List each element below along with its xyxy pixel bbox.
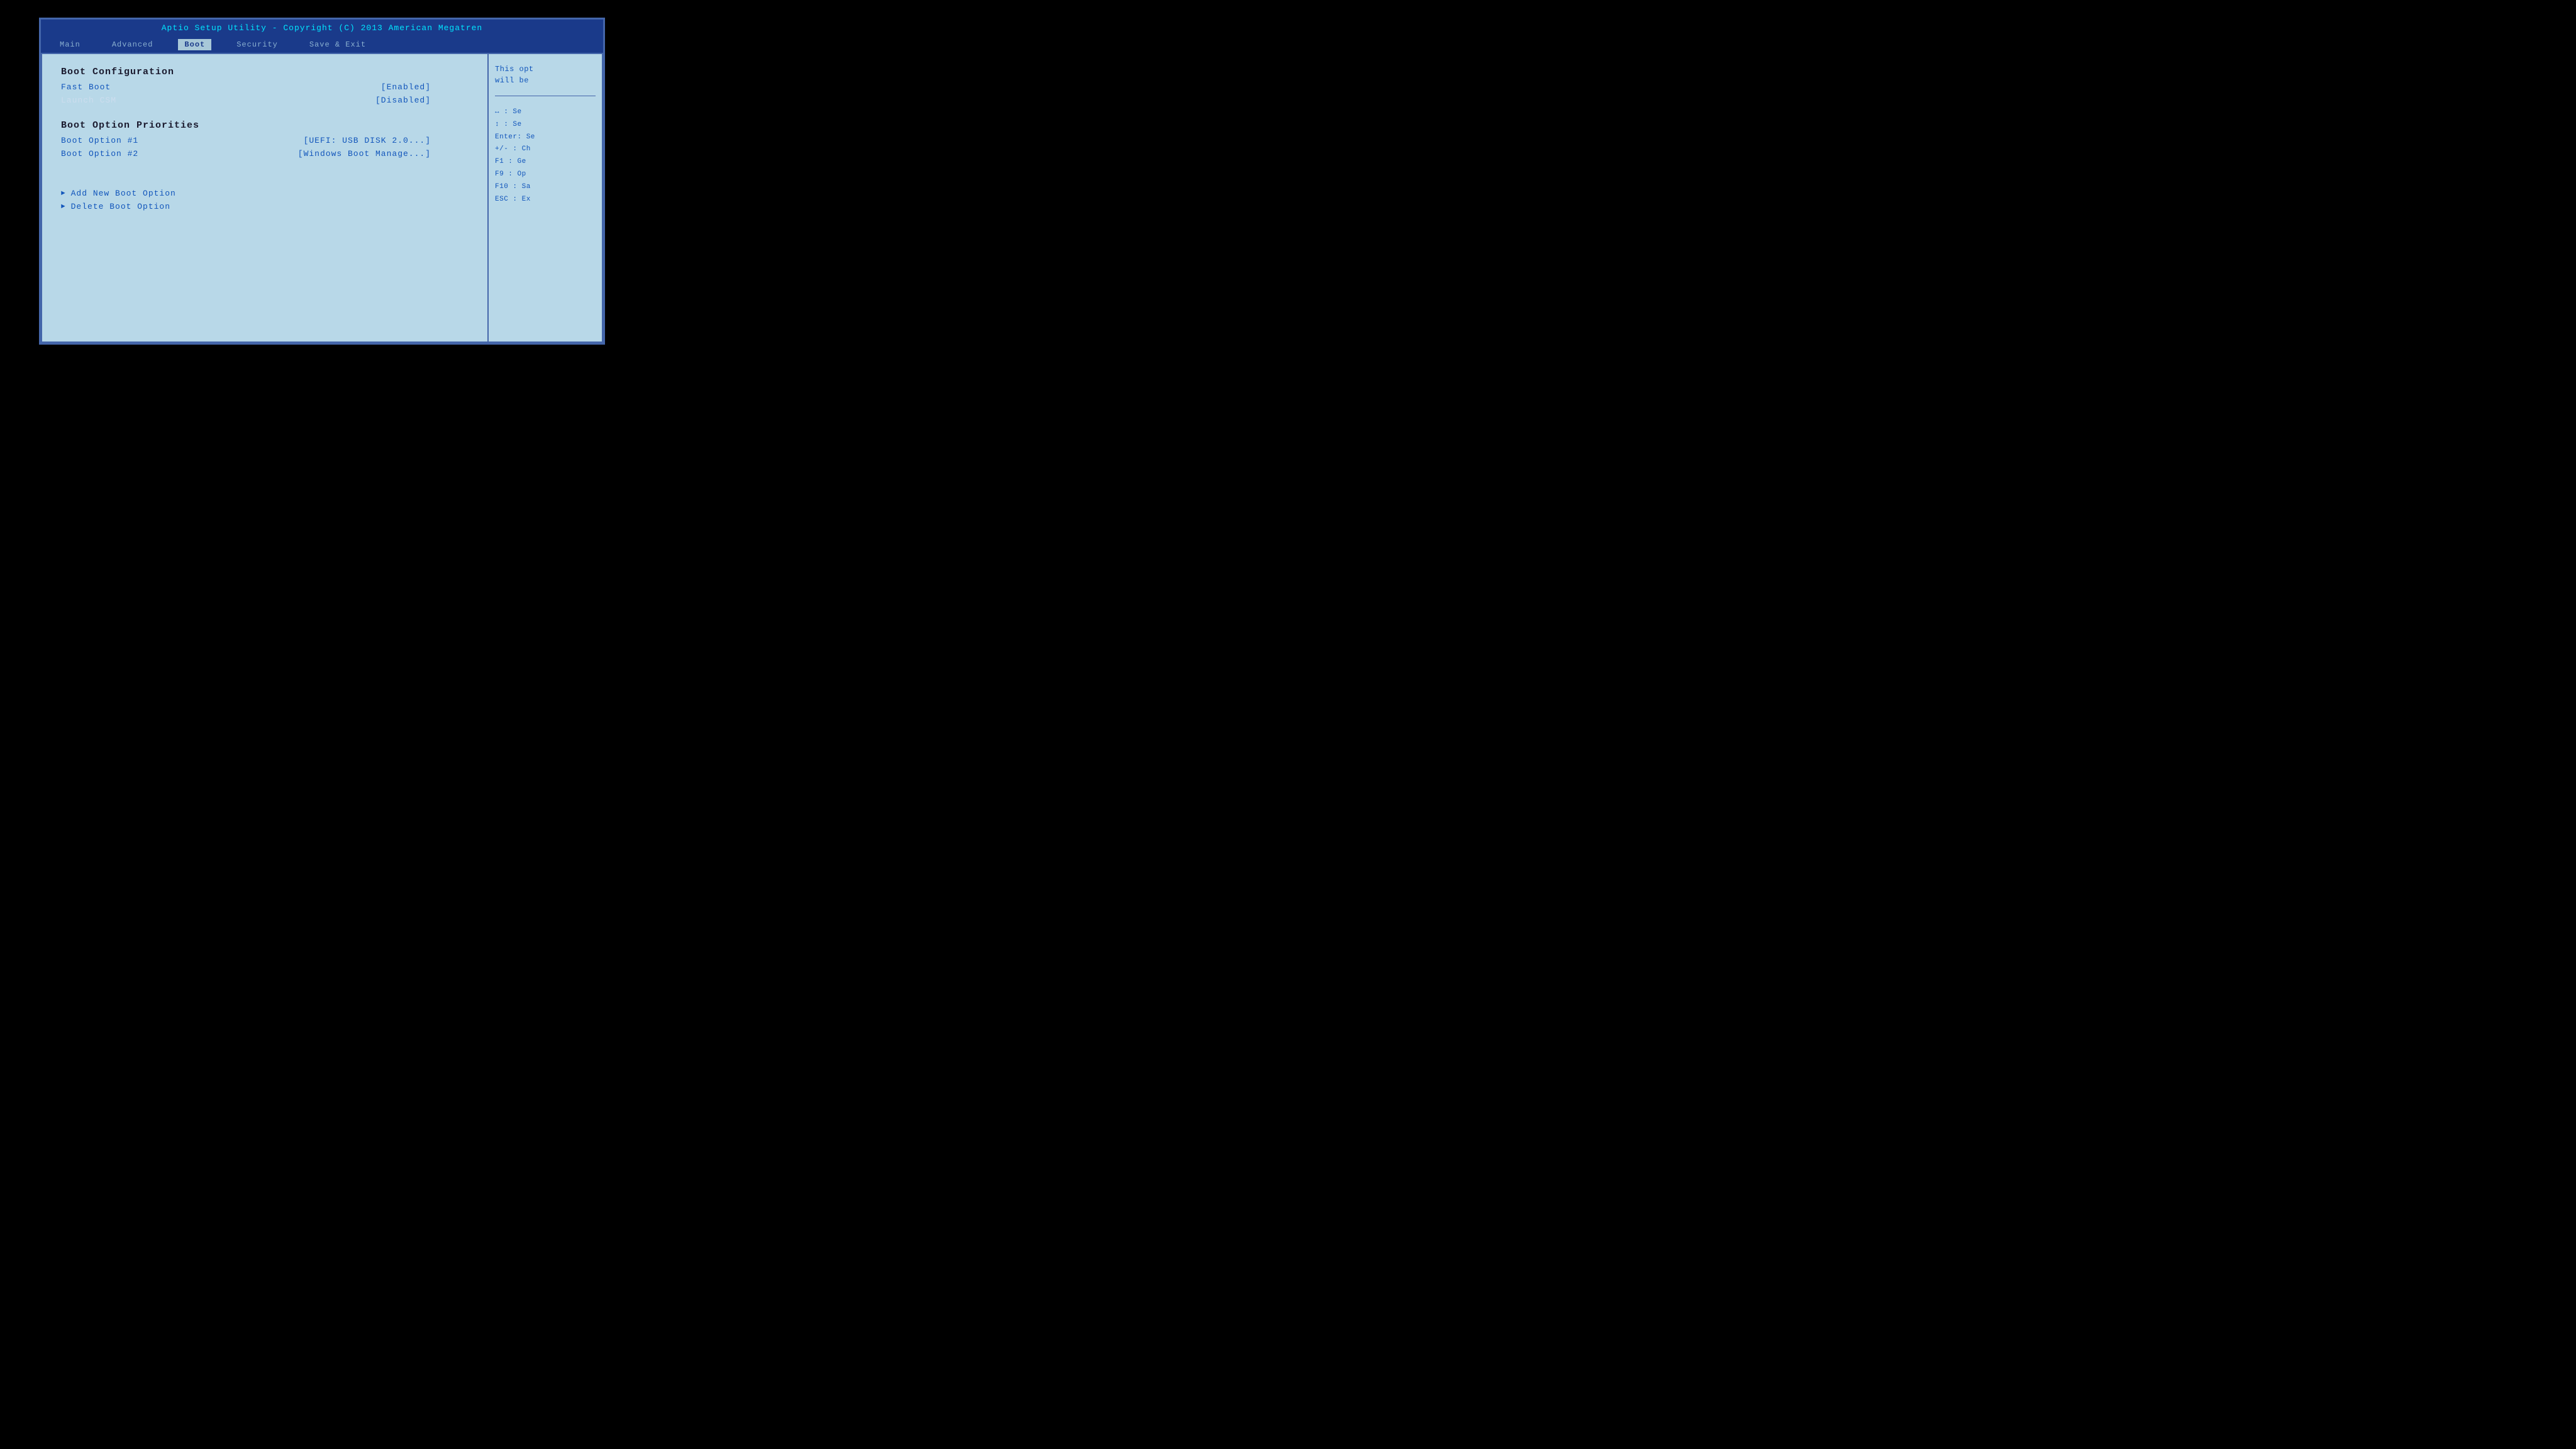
fast-boot-value: [Enabled] — [381, 82, 431, 92]
launch-csm-row[interactable]: Launch CSM [Disabled] — [61, 96, 469, 105]
launch-csm-value: [Disabled] — [375, 96, 431, 105]
boot-option-1-value: [UEFI: USB DISK 2.0...] — [304, 136, 431, 145]
key-f1: F1 : Ge — [495, 156, 596, 169]
nav-advanced[interactable]: Advanced — [106, 39, 160, 50]
arrow-icon-delete: ► — [61, 203, 66, 211]
nav-bar: Main Advanced Boot Security Save & Exit — [41, 36, 603, 53]
key-enter: Enter: Se — [495, 131, 596, 144]
nav-security[interactable]: Security — [230, 39, 284, 50]
boot-option-1-row[interactable]: Boot Option #1 [UEFI: USB DISK 2.0...] — [61, 136, 469, 145]
add-new-boot-label: Add New Boot Option — [71, 189, 176, 198]
key-help-section: ↔ : Se ↕ : Se Enter: Se +/- : Ch F1 : Ge… — [495, 106, 596, 206]
key-leftright: ↔ : Se — [495, 106, 596, 119]
help-line1: This opt — [495, 65, 534, 74]
help-line2: will be — [495, 76, 529, 85]
fast-boot-label: Fast Boot — [61, 82, 111, 92]
boot-option-2-value: [Windows Boot Manage...] — [298, 149, 431, 158]
key-updown: ↕ : Se — [495, 119, 596, 131]
title-text: Aptio Setup Utility - Copyright (C) 2013… — [162, 23, 482, 33]
title-bar: Aptio Setup Utility - Copyright (C) 2013… — [41, 19, 603, 36]
key-esc: ESC : Ex — [495, 194, 596, 206]
right-panel: This opt will be ↔ : Se ↕ : Se Enter: Se… — [489, 54, 602, 341]
boot-priorities-header: Boot Option Priorities — [61, 120, 469, 131]
boot-option-1-label: Boot Option #1 — [61, 136, 138, 145]
bios-screen: Aptio Setup Utility - Copyright (C) 2013… — [39, 18, 605, 345]
nav-boot[interactable]: Boot — [178, 39, 211, 50]
help-description: This opt will be — [495, 64, 596, 96]
add-new-boot-option[interactable]: ► Add New Boot Option — [61, 189, 469, 198]
key-plusminus: +/- : Ch — [495, 143, 596, 156]
boot-option-2-row[interactable]: Boot Option #2 [Windows Boot Manage...] — [61, 149, 469, 158]
key-f10: F10 : Sa — [495, 181, 596, 194]
main-panel: Boot Configuration Fast Boot [Enabled] L… — [42, 54, 489, 341]
launch-csm-label: Launch CSM — [61, 96, 116, 105]
fast-boot-row[interactable]: Fast Boot [Enabled] — [61, 82, 469, 92]
nav-save-exit[interactable]: Save & Exit — [303, 39, 372, 50]
key-f9: F9 : Op — [495, 169, 596, 181]
boot-option-2-label: Boot Option #2 — [61, 149, 138, 158]
delete-boot-option[interactable]: ► Delete Boot Option — [61, 202, 469, 211]
boot-config-header: Boot Configuration — [61, 67, 469, 77]
delete-boot-label: Delete Boot Option — [71, 202, 170, 211]
nav-main[interactable]: Main — [53, 39, 87, 50]
arrow-icon-add: ► — [61, 190, 66, 197]
content-area: Boot Configuration Fast Boot [Enabled] L… — [41, 53, 603, 343]
